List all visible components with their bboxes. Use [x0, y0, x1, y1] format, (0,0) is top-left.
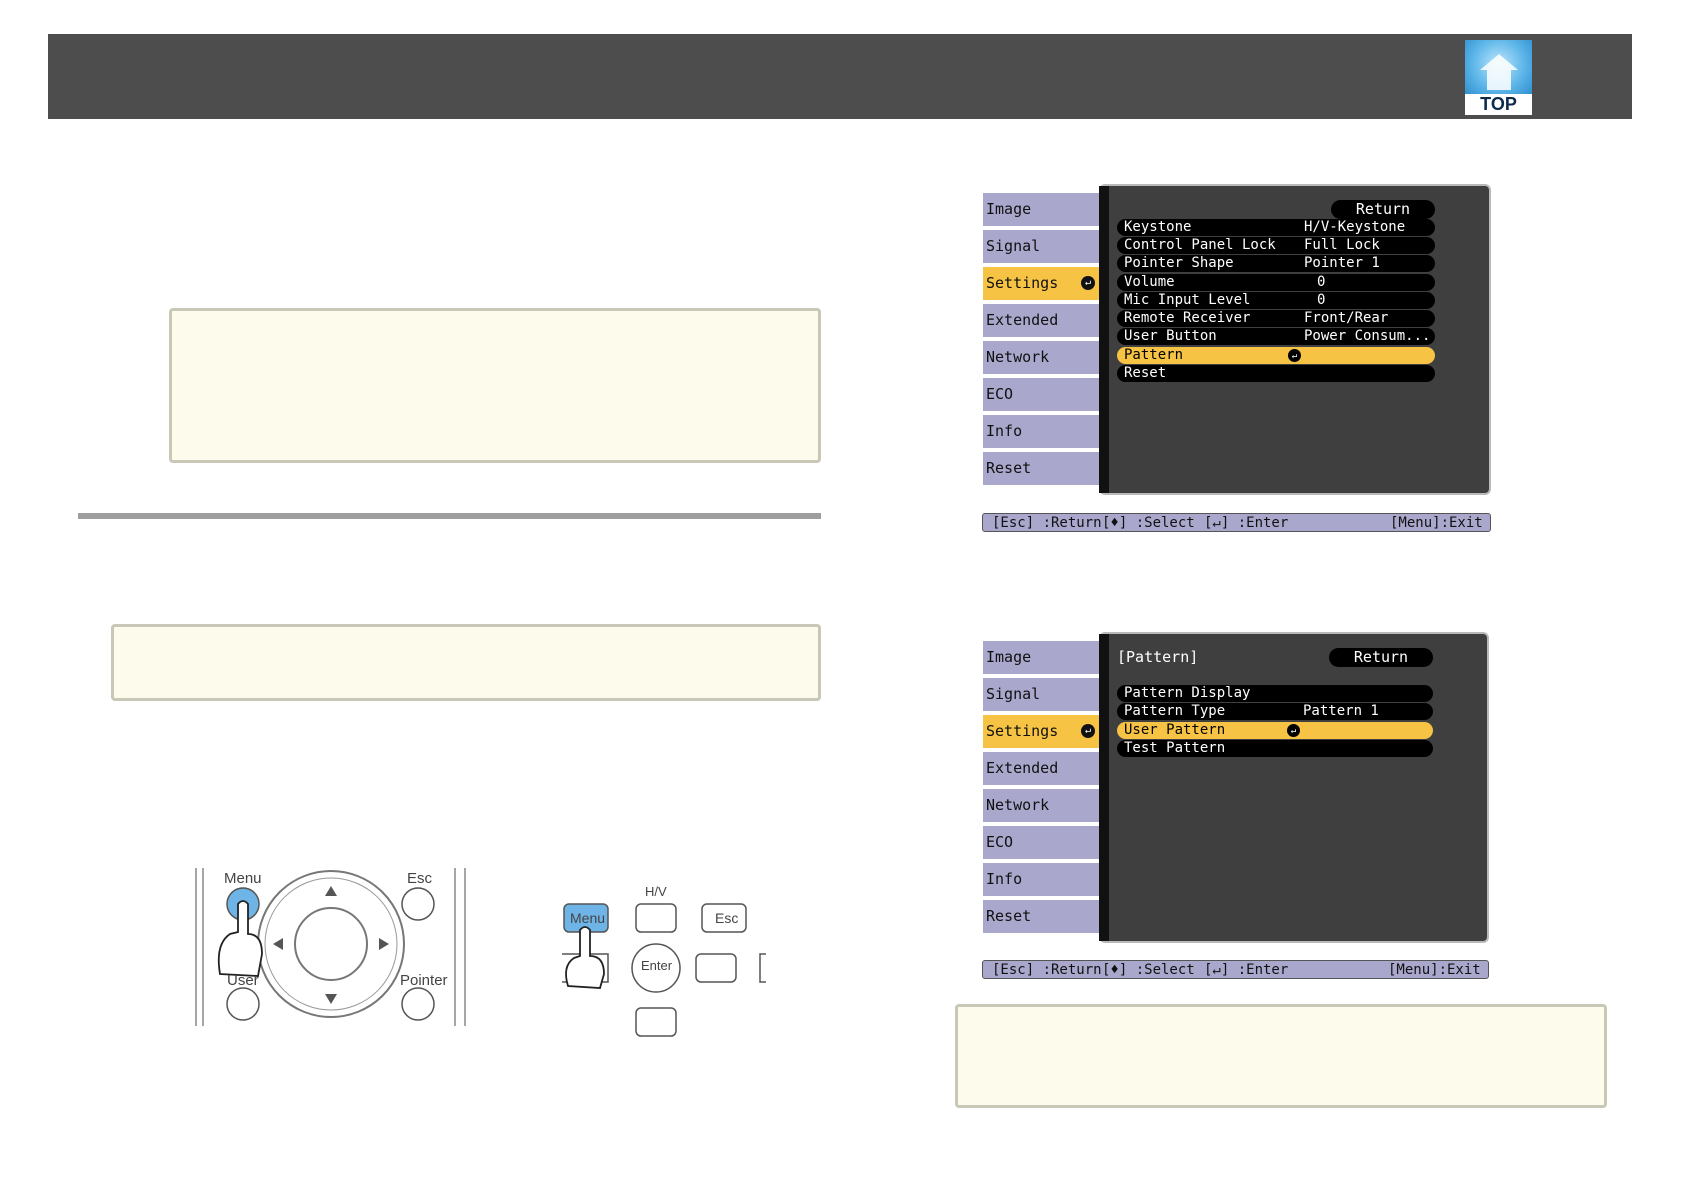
row-label: User Pattern — [1124, 722, 1226, 738]
enter-icon: ↵ — [1287, 724, 1300, 737]
tab-eco[interactable]: ECO — [983, 826, 1099, 859]
tab-signal[interactable]: Signal — [983, 230, 1099, 263]
row-value: Power Consum... — [1304, 328, 1431, 344]
menu1-row-pattern[interactable]: Pattern ↵ — [1117, 347, 1435, 364]
remote-pointer-label: Pointer — [400, 972, 448, 989]
tab-info[interactable]: Info — [983, 415, 1099, 448]
row-label: User Button — [1124, 328, 1217, 344]
menu2-panel — [1099, 632, 1489, 943]
menu1-row-keystone[interactable]: Keystone H/V-Keystone — [1117, 219, 1435, 236]
tab-info[interactable]: Info — [983, 863, 1099, 896]
menu1-return-button[interactable]: Return — [1331, 200, 1435, 219]
menu1-panel-edge — [1099, 186, 1109, 493]
menu1-row-volume[interactable]: Volume 0 — [1117, 274, 1435, 291]
row-label: Keystone — [1124, 219, 1192, 235]
footer-select-hint: [♦] :Select — [1102, 962, 1195, 978]
footer-exit-hint: [Menu]:Exit — [1390, 515, 1483, 531]
row-value: 0 — [1317, 292, 1326, 308]
row-label: Reset — [1124, 365, 1167, 381]
tab-reset[interactable]: Reset — [983, 900, 1099, 933]
panel-hv-label: H/V — [645, 884, 667, 899]
top-button[interactable]: TOP — [1465, 40, 1532, 115]
enter-icon: ↵ — [1081, 724, 1095, 738]
tab-image[interactable]: Image — [983, 193, 1099, 226]
menu1-row-remote-receiver[interactable]: Remote Receiver Front/Rear — [1117, 310, 1435, 327]
row-label: Control Panel Lock — [1124, 237, 1276, 253]
remote-esc-label: Esc — [407, 870, 433, 887]
menu1-row-reset[interactable]: Reset — [1117, 365, 1435, 382]
menu2-row-user-pattern[interactable]: User Pattern ↵ — [1117, 722, 1433, 739]
footer-esc-hint: [Esc] :Return — [992, 515, 1102, 531]
tab-settings-label: Settings — [986, 722, 1059, 740]
row-label: Pattern Type — [1124, 703, 1226, 719]
menu2-panel-edge — [1099, 634, 1109, 941]
menu1-row-mic-input-level[interactable]: Mic Input Level 0 — [1117, 292, 1435, 309]
menu1-row-user-button[interactable]: User Button Power Consum... — [1117, 328, 1435, 345]
row-value: Pattern 1 — [1303, 703, 1379, 719]
panel-enter-label: Enter — [641, 958, 673, 973]
note-box-3 — [955, 1004, 1607, 1108]
menu1-footer-bar: [Esc] :Return [♦] :Select [↵] :Enter [Me… — [982, 513, 1491, 532]
footer-enter-hint: [↵] :Enter — [1204, 962, 1289, 978]
home-body-icon — [1487, 70, 1511, 90]
home-icon — [1480, 54, 1518, 70]
note-box-1 — [169, 308, 821, 463]
footer-select-hint: [♦] :Select — [1102, 515, 1195, 531]
tab-image[interactable]: Image — [983, 641, 1099, 674]
row-value: Pointer 1 — [1304, 255, 1380, 271]
menu1-row-control-panel-lock[interactable]: Control Panel Lock Full Lock — [1117, 237, 1435, 254]
enter-icon: ↵ — [1288, 349, 1301, 362]
remote-user-label: User — [227, 972, 259, 989]
tab-extended[interactable]: Extended — [983, 304, 1099, 337]
tab-network[interactable]: Network — [983, 789, 1099, 822]
tab-signal[interactable]: Signal — [983, 678, 1099, 711]
remote-control-illustration — [195, 868, 466, 1026]
tab-settings[interactable]: Settings ↵ — [983, 715, 1099, 748]
section-divider — [78, 513, 821, 519]
menu2-return-button[interactable]: Return — [1329, 648, 1433, 667]
menu2-title: [Pattern] — [1117, 648, 1199, 666]
row-label: Mic Input Level — [1124, 292, 1251, 308]
footer-esc-hint: [Esc] :Return — [992, 962, 1102, 978]
tab-reset[interactable]: Reset — [983, 452, 1099, 485]
panel-menu-label: Menu — [570, 910, 606, 926]
row-label: Pattern — [1124, 347, 1184, 363]
menu2-row-pattern-display[interactable]: Pattern Display — [1117, 685, 1433, 702]
tab-settings-label: Settings — [986, 274, 1059, 292]
note-box-2 — [111, 624, 821, 701]
footer-enter-hint: [↵] :Enter — [1204, 515, 1289, 531]
enter-icon: ↵ — [1081, 276, 1095, 290]
page-header-bar — [48, 34, 1632, 119]
row-value: Front/Rear — [1304, 310, 1389, 326]
menu1-row-pointer-shape[interactable]: Pointer Shape Pointer 1 — [1117, 255, 1435, 272]
menu2-footer-bar: [Esc] :Return [♦] :Select [↵] :Enter [Me… — [982, 960, 1489, 979]
panel-esc-label: Esc — [715, 910, 739, 926]
row-label: Volume — [1124, 274, 1175, 290]
footer-exit-hint: [Menu]:Exit — [1388, 962, 1481, 978]
row-label: Pattern Display — [1124, 685, 1251, 701]
menu2-row-pattern-type[interactable]: Pattern Type Pattern 1 — [1117, 703, 1433, 720]
tab-extended[interactable]: Extended — [983, 752, 1099, 785]
tab-eco[interactable]: ECO — [983, 378, 1099, 411]
row-value: H/V-Keystone — [1304, 219, 1406, 235]
tab-settings[interactable]: Settings ↵ — [983, 267, 1099, 300]
menu2-row-test-pattern[interactable]: Test Pattern — [1117, 740, 1433, 757]
row-label: Test Pattern — [1124, 740, 1226, 756]
top-button-label: TOP — [1465, 94, 1532, 115]
remote-menu-label: Menu — [224, 870, 262, 887]
row-value: Full Lock — [1304, 237, 1380, 253]
row-label: Remote Receiver — [1124, 310, 1251, 326]
tab-network[interactable]: Network — [983, 341, 1099, 374]
row-value: 0 — [1317, 274, 1326, 290]
row-label: Pointer Shape — [1124, 255, 1234, 271]
